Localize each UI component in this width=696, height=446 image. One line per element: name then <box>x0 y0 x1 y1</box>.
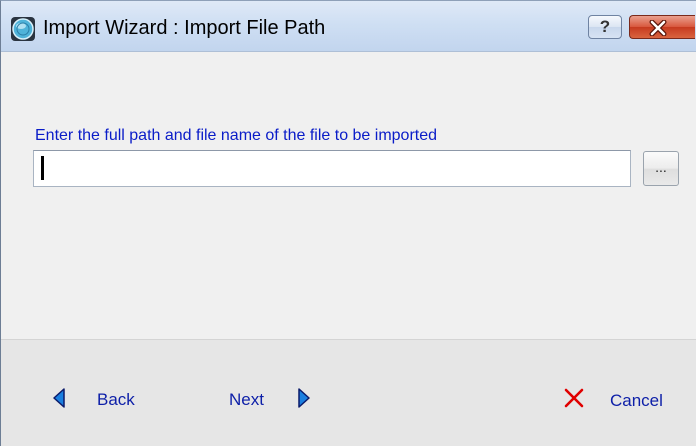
title-bar[interactable]: Import Wizard : Import File Path ? <box>1 1 696 52</box>
cancel-label: Cancel <box>610 391 663 410</box>
back-label: Back <box>97 390 135 409</box>
close-button[interactable] <box>629 15 695 39</box>
help-button[interactable]: ? <box>588 15 622 39</box>
red-x-icon <box>564 388 584 408</box>
file-path-prompt: Enter the full path and file name of the… <box>35 127 438 144</box>
globe-icon <box>11 17 35 41</box>
next-label: Next <box>229 390 264 409</box>
cancel-button[interactable]: Cancel <box>564 385 684 413</box>
wizard-body: Enter the full path and file name of the… <box>1 52 696 338</box>
window-title: Import Wizard : Import File Path <box>43 17 326 39</box>
triangle-left-icon <box>53 388 65 408</box>
file-path-input[interactable] <box>33 150 631 187</box>
back-button[interactable]: Back <box>53 387 153 411</box>
text-cursor <box>41 156 44 180</box>
browse-button[interactable]: ... <box>643 151 679 186</box>
import-wizard-window: Import Wizard : Import File Path ? Enter… <box>0 0 696 446</box>
triangle-right-icon <box>298 388 310 408</box>
wizard-footer: Back Next Cancel <box>1 339 696 446</box>
close-icon <box>649 20 667 36</box>
question-icon: ? <box>599 17 611 36</box>
next-button[interactable]: Next <box>229 387 329 411</box>
